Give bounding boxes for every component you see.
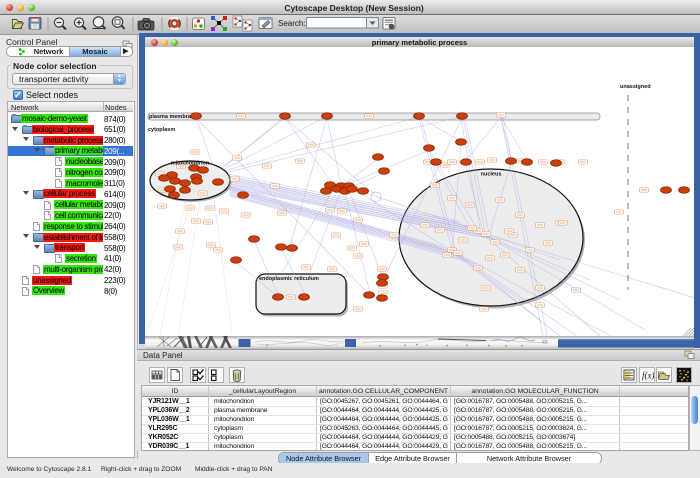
- svg-text:cytoplasm: cytoplasm: [148, 127, 175, 133]
- svg-text:unassigned: unassigned: [620, 84, 651, 90]
- svg-text:Search:: Search:: [278, 19, 306, 28]
- svg-text:nucleus: nucleus: [481, 172, 502, 178]
- svg-text:f(x): f(x): [642, 371, 654, 381]
- svg-text:plasma membrane: plasma membrane: [149, 114, 197, 120]
- svg-text:endoplasmic reticulum: endoplasmic reticulum: [259, 276, 319, 282]
- svg-text:mitochondrion: mitochondrion: [171, 161, 210, 167]
